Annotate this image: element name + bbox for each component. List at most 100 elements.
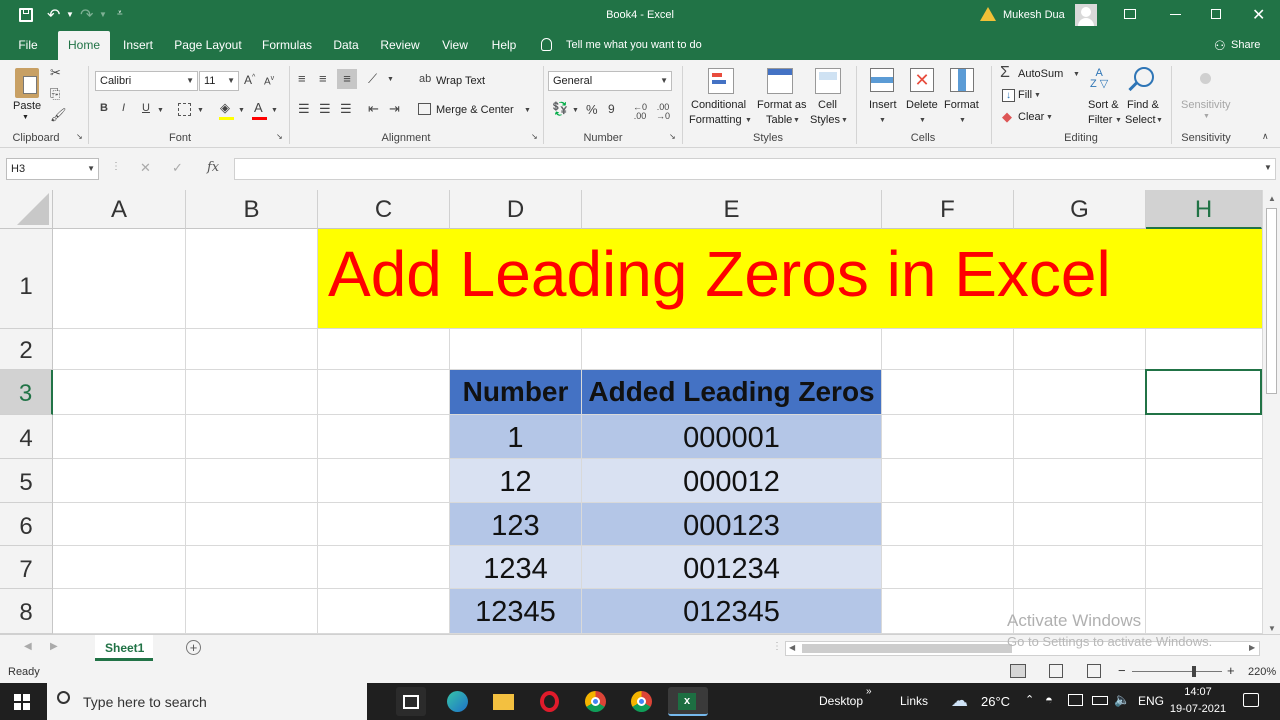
edge-icon[interactable] — [442, 687, 472, 716]
font-name-select[interactable]: Calibri ▼ — [95, 71, 198, 91]
zoom-in-icon[interactable]: + — [1227, 663, 1235, 678]
delete-dropdown-icon[interactable]: ▼ — [919, 117, 926, 124]
tab-home[interactable]: Home — [58, 31, 110, 60]
vertical-scrollbar[interactable]: ▲ ▼ — [1262, 190, 1280, 634]
volume-icon[interactable]: 🔈 — [1114, 692, 1130, 708]
customize-qat-icon[interactable]: ⩡ — [117, 8, 123, 19]
share-icon[interactable]: ⚇ — [1214, 38, 1226, 54]
sheet-tab-sheet1[interactable]: Sheet1 — [95, 635, 153, 661]
borders-icon[interactable] — [178, 103, 191, 116]
excel-taskbar-icon[interactable]: x — [668, 687, 708, 716]
tell-me-search[interactable]: Tell me what you want to do — [566, 39, 702, 51]
format-as-table-button-line2[interactable]: Table — [766, 114, 792, 126]
scroll-prev-sheet-icon[interactable]: ◀ — [24, 641, 32, 652]
increase-decimal-icon[interactable]: ←0.00 — [633, 103, 647, 121]
column-header-a[interactable]: A — [53, 190, 186, 229]
increase-font-icon[interactable]: A^ — [244, 74, 255, 86]
minimize-icon[interactable] — [1170, 14, 1181, 15]
desktop-chevron-icon[interactable]: » — [866, 686, 872, 697]
bold-button[interactable]: B — [100, 103, 108, 114]
number-launcher-icon[interactable]: ↘ — [669, 133, 676, 141]
zoom-level[interactable]: 220% — [1248, 666, 1276, 678]
cell-styles-icon[interactable] — [815, 68, 841, 94]
undo-icon[interactable]: ↶ — [47, 5, 60, 25]
store-icon[interactable] — [396, 687, 426, 716]
table-cell[interactable]: 012345 — [582, 589, 881, 633]
row-header-5[interactable]: 5 — [0, 459, 53, 503]
user-name[interactable]: Mukesh Dua — [1003, 9, 1065, 21]
insert-cells-icon[interactable] — [870, 68, 894, 92]
conditional-formatting-button-line2[interactable]: Formatting — [689, 114, 742, 126]
chrome-icon[interactable] — [580, 687, 610, 716]
eraser-icon[interactable]: ◆ — [1002, 110, 1012, 123]
row-header-8[interactable]: 8 — [0, 589, 53, 634]
normal-view-icon[interactable] — [1010, 664, 1026, 678]
taskbar-search-box[interactable]: Type here to search — [47, 683, 367, 720]
bottom-align-icon[interactable]: ≡ — [337, 69, 357, 89]
table-cell[interactable]: 1 — [450, 415, 581, 458]
table-header-leading-zeros[interactable]: Added Leading Zeros — [582, 370, 881, 414]
zoom-out-icon[interactable]: − — [1118, 663, 1126, 678]
table-cell[interactable]: 12345 — [450, 589, 581, 633]
row-header-3[interactable]: 3 — [0, 370, 53, 415]
row-header-4[interactable]: 4 — [0, 415, 53, 459]
cell-styles-button-line2[interactable]: Styles — [810, 114, 840, 126]
table-header-number[interactable]: Number — [450, 370, 581, 414]
expand-formula-bar-icon[interactable]: ▼ — [1264, 163, 1272, 172]
save-icon[interactable] — [19, 8, 33, 22]
increase-indent-icon[interactable]: ⇥ — [389, 102, 400, 115]
top-align-icon[interactable]: ≡ — [298, 72, 306, 85]
tab-file[interactable]: File — [10, 31, 46, 60]
insert-cells-button[interactable]: Insert — [869, 99, 897, 111]
paste-button[interactable]: Paste — [13, 100, 41, 112]
cut-icon[interactable]: ✂ — [50, 66, 61, 79]
insert-dropdown-icon[interactable]: ▼ — [879, 117, 886, 124]
avatar[interactable] — [1075, 4, 1097, 26]
font-color-dropdown-icon[interactable]: ▼ — [271, 107, 278, 114]
row-header-7[interactable]: 7 — [0, 546, 53, 589]
clipboard-launcher-icon[interactable]: ↘ — [76, 133, 83, 141]
underline-dropdown-icon[interactable]: ▼ — [157, 107, 164, 114]
page-break-view-icon[interactable] — [1087, 664, 1101, 678]
align-right-icon[interactable]: ☰ — [340, 102, 352, 115]
maximize-icon[interactable] — [1211, 9, 1221, 19]
conditional-formatting-button[interactable]: Conditional — [691, 99, 746, 111]
sort-filter-dropdown-icon[interactable]: ▼ — [1115, 117, 1122, 124]
formula-input[interactable] — [234, 158, 1276, 180]
format-painter-icon[interactable]: 🖌 — [50, 108, 67, 121]
clear-dropdown-icon[interactable]: ▼ — [1046, 114, 1053, 121]
accounting-icon[interactable]: 💱 — [552, 102, 568, 115]
row-header-1[interactable]: 1 — [0, 229, 53, 329]
table-cell[interactable]: 000012 — [582, 459, 881, 502]
close-icon[interactable]: ✕ — [1252, 5, 1265, 25]
tab-formulas[interactable]: Formulas — [258, 31, 316, 60]
fill-color-dropdown-icon[interactable]: ▼ — [238, 107, 245, 114]
links-toolbar[interactable]: Links — [900, 694, 928, 708]
ribbon-display-options-icon[interactable] — [1124, 9, 1136, 19]
clock-date[interactable]: 19-07-2021 — [1168, 703, 1228, 715]
find-select-button[interactable]: Find & — [1127, 99, 1159, 111]
fill-icon[interactable]: ↓ — [1002, 89, 1015, 102]
autosum-icon[interactable]: Σ — [1000, 65, 1010, 81]
notifications-icon[interactable] — [1243, 693, 1259, 707]
align-left-icon[interactable]: ☰ — [298, 102, 310, 115]
zoom-slider[interactable] — [1132, 671, 1222, 672]
number-format-select[interactable]: General ▼ — [548, 71, 672, 91]
center-icon[interactable]: ☰ — [319, 102, 331, 115]
format-as-table-button[interactable]: Format as — [757, 99, 807, 111]
undo-dropdown-icon[interactable]: ▼ — [66, 10, 74, 19]
delete-cells-button[interactable]: Delete — [906, 99, 938, 111]
paste-icon[interactable] — [15, 68, 39, 98]
chrome-profile-icon[interactable] — [626, 687, 656, 716]
tab-data[interactable]: Data — [328, 31, 364, 60]
sort-filter-button-line2[interactable]: Filter — [1088, 114, 1112, 126]
sort-filter-button[interactable]: Sort & — [1088, 99, 1119, 111]
new-sheet-icon[interactable]: + — [186, 640, 201, 655]
format-dropdown-icon[interactable]: ▼ — [959, 117, 966, 124]
scroll-left-icon[interactable]: ◀ — [789, 643, 795, 652]
table-cell[interactable]: 123 — [450, 503, 581, 545]
orientation-dropdown-icon[interactable]: ▼ — [387, 76, 394, 83]
autosum-dropdown-icon[interactable]: ▼ — [1073, 71, 1080, 78]
display-icon[interactable] — [1068, 694, 1083, 706]
clock-time[interactable]: 14:07 — [1170, 686, 1226, 698]
